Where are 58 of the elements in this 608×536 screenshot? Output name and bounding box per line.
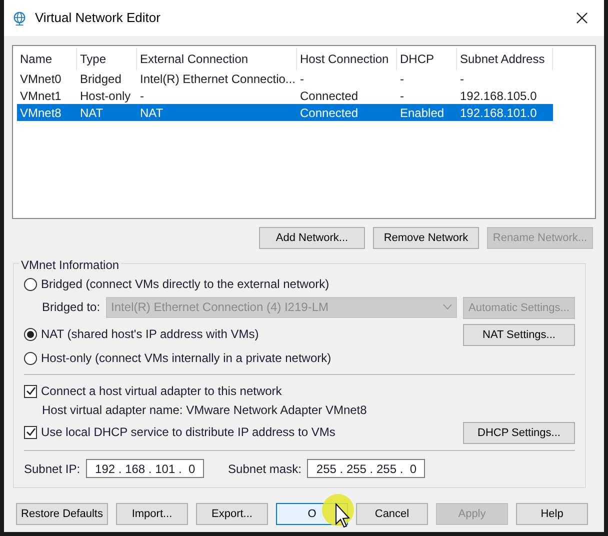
ip-field[interactable]: 255 . 255 . 255 . 0: [307, 459, 426, 478]
dialog-button[interactable]: Restore Defaults: [16, 503, 108, 526]
table-cell-text: NAT: [139, 104, 164, 122]
dialog-button[interactable]: NAT Settings...: [463, 324, 575, 346]
close-icon[interactable]: [576, 12, 588, 24]
table-cell-text: Connected: [299, 104, 360, 122]
checkbox[interactable]: [24, 426, 37, 438]
table-row[interactable]: VMnet0 Bridged Intel(R) Ethernet Connectio... - - -: [17, 70, 553, 87]
checkmark-icon: [26, 427, 36, 437]
table-cell-text: -: [399, 88, 405, 104]
table-cell-text: 192.168.105.0: [459, 88, 538, 104]
chevron-down-icon: [443, 304, 452, 310]
table-cell-text: VMnet0: [19, 70, 62, 88]
table-cell-text: -: [139, 88, 145, 104]
globe-icon: [12, 10, 27, 26]
table-cell-text: Connected: [299, 88, 360, 104]
radio-label: Bridged (connect VMs directly to the external network): [41, 276, 330, 293]
table-cell-text: -: [299, 70, 305, 88]
window-title: Virtual Network Editor: [35, 9, 160, 28]
table-cell-text: VMnet8: [19, 104, 62, 122]
table-cell-text: Enabled: [399, 104, 446, 122]
column-header[interactable]: Host Connection: [297, 48, 397, 70]
radio-button[interactable]: [24, 278, 37, 290]
radio-button[interactable]: [24, 328, 37, 340]
table-cell-text: VMnet1: [19, 88, 62, 104]
dialog-button[interactable]: Help: [516, 503, 588, 526]
column-header[interactable]: External Connection: [137, 48, 297, 70]
dialog-button[interactable]: DHCP Settings...: [463, 422, 575, 444]
dialog-button[interactable]: Remove Network: [373, 227, 479, 249]
table-cell-text: Bridged: [79, 70, 122, 88]
dialog-button[interactable]: Cancel: [356, 503, 428, 526]
dialog-button[interactable]: Import...: [116, 503, 188, 526]
table-cell-text: Host-only: [79, 88, 132, 104]
table-row[interactable]: VMnet1 Host-only - Connected - 192.168.105.0: [17, 87, 553, 104]
ip-field[interactable]: 192 . 168 . 101 . 0: [86, 459, 204, 478]
column-header[interactable]: Type: [77, 48, 137, 70]
checkmark-icon: [26, 386, 36, 396]
table-cell-text: NAT: [79, 104, 104, 122]
column-header[interactable]: Subnet Address: [457, 48, 553, 70]
table-cell-text: -: [459, 70, 465, 88]
column-header[interactable]: DHCP: [397, 48, 457, 70]
checkbox-label: Use local DHCP service to distribute IP address to VMs: [41, 424, 336, 441]
field-label: Bridged to:: [42, 299, 100, 316]
field-label: Subnet IP:: [24, 460, 80, 478]
dialog-button[interactable]: Export...: [196, 503, 268, 526]
table-row[interactable]: VMnet8 NAT NAT Connected Enabled 192.168.101.0: [17, 104, 553, 121]
radio-button[interactable]: [24, 352, 37, 364]
table-cell-text: Intel(R) Ethernet Connectio...: [139, 70, 296, 88]
table-cell-text: 192.168.101.0: [459, 104, 538, 122]
table-cell-text: -: [399, 70, 405, 88]
dialog-button[interactable]: Add Network...: [259, 227, 365, 249]
radio-label: NAT (shared host's IP address with VMs): [41, 326, 259, 343]
radio-label: Host-only (connect VMs internally in a private network): [41, 350, 332, 367]
checkbox[interactable]: [24, 384, 37, 398]
column-header[interactable]: Name: [17, 48, 77, 70]
adapter-name-text: Host virtual adapter name: VMware Network Adapter VMnet8: [41, 402, 368, 419]
field-label: Subnet mask:: [228, 460, 302, 478]
checkbox-label: Connect a host virtual adapter to this network: [41, 383, 282, 400]
